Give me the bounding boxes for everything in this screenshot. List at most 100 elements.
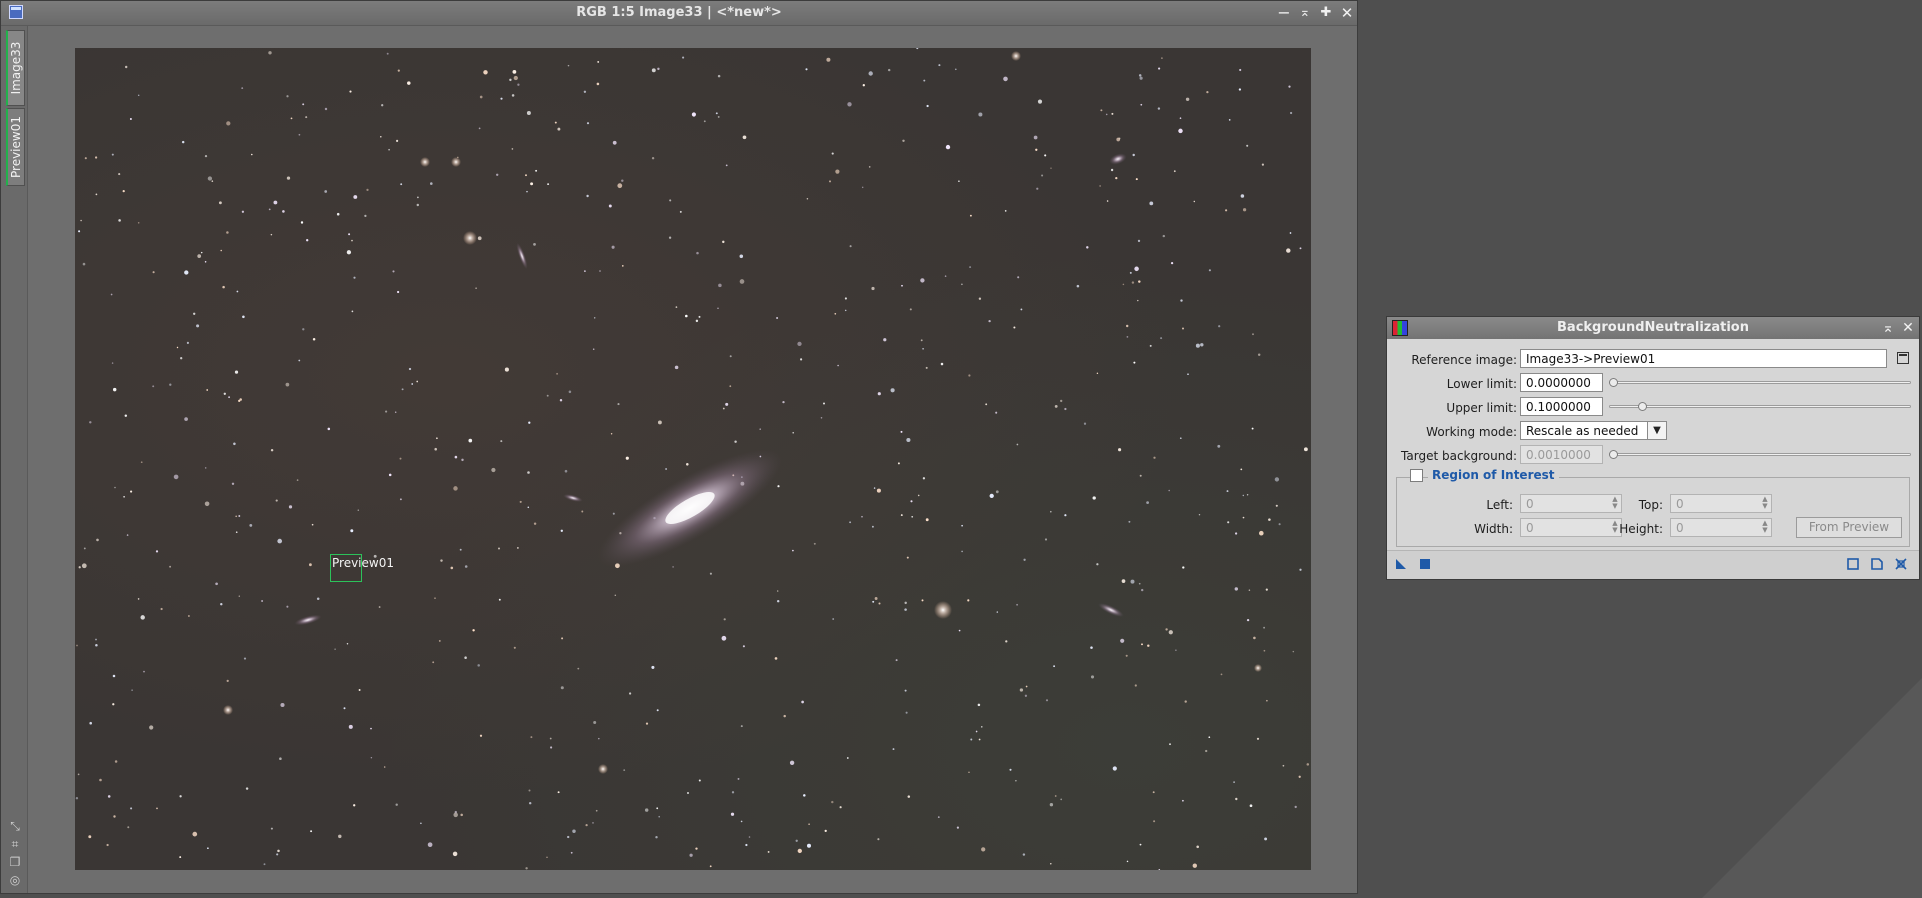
star bbox=[961, 283, 963, 286]
image-window-titlebar[interactable]: RGB 1:5 Image33 | <*new*> − ⌅ ✚ ✕ bbox=[1, 1, 1357, 26]
lower-limit-slider[interactable] bbox=[1609, 381, 1911, 384]
star bbox=[277, 849, 280, 853]
target-icon[interactable]: ◎ bbox=[8, 873, 22, 887]
close-icon[interactable]: ✕ bbox=[1337, 3, 1357, 23]
star bbox=[709, 865, 712, 868]
star bbox=[1112, 766, 1117, 771]
star bbox=[922, 477, 926, 480]
star bbox=[1182, 799, 1184, 802]
star bbox=[434, 597, 436, 599]
star bbox=[353, 804, 356, 807]
small-galaxy bbox=[1098, 603, 1124, 617]
shade-icon[interactable]: ⌅ bbox=[1295, 3, 1315, 23]
reset-icon[interactable] bbox=[1895, 558, 1907, 570]
star bbox=[118, 173, 121, 176]
star bbox=[1041, 174, 1044, 177]
star bbox=[324, 107, 328, 111]
star bbox=[238, 515, 241, 517]
fit-view-icon[interactable]: ⌗ bbox=[8, 837, 22, 851]
tab-preview01-label: Preview01 bbox=[9, 116, 23, 178]
star bbox=[388, 473, 392, 477]
star bbox=[1261, 163, 1264, 166]
close-icon[interactable]: ✕ bbox=[1899, 319, 1917, 337]
star bbox=[887, 68, 891, 72]
star bbox=[792, 432, 794, 434]
chevron-down-icon[interactable]: ▼ bbox=[1647, 422, 1666, 439]
star bbox=[1105, 113, 1108, 116]
star bbox=[937, 816, 940, 818]
lower-limit-slider-thumb[interactable] bbox=[1609, 378, 1618, 387]
star bbox=[674, 365, 679, 370]
star bbox=[353, 195, 358, 199]
roi-title: Region of Interest bbox=[1428, 468, 1559, 482]
upper-limit-field[interactable] bbox=[1520, 397, 1603, 416]
image-canvas[interactable]: Preview01 bbox=[75, 48, 1311, 870]
star bbox=[561, 637, 564, 640]
spin-arrows-icon[interactable]: ▲ ▼ bbox=[1760, 520, 1770, 535]
working-mode-label: Working mode: bbox=[1426, 425, 1517, 439]
star bbox=[839, 806, 842, 809]
arrow-diagonal-icon[interactable]: ⤡ bbox=[8, 819, 22, 833]
star bbox=[883, 338, 887, 342]
star bbox=[651, 665, 655, 669]
apply-global-icon[interactable] bbox=[1419, 558, 1431, 570]
roi-top-field[interactable]: 0 ▲ ▼ bbox=[1670, 494, 1772, 513]
star bbox=[823, 402, 825, 405]
star bbox=[288, 505, 293, 509]
upper-limit-slider-thumb[interactable] bbox=[1638, 402, 1648, 411]
working-mode-select[interactable]: Rescale as needed ▼ bbox=[1520, 421, 1667, 440]
minimize-icon[interactable]: − bbox=[1274, 3, 1294, 23]
star bbox=[644, 808, 649, 812]
reference-image-field[interactable] bbox=[1520, 349, 1887, 368]
star bbox=[1133, 361, 1136, 364]
roi-height-value: 0 bbox=[1676, 521, 1684, 535]
target-background-slider-thumb[interactable] bbox=[1609, 450, 1618, 459]
star bbox=[1044, 154, 1047, 157]
target-background-slider[interactable] bbox=[1609, 453, 1911, 456]
star bbox=[357, 509, 360, 511]
star bbox=[106, 843, 109, 847]
star bbox=[1064, 407, 1067, 411]
new-instance-icon[interactable] bbox=[1395, 558, 1407, 570]
star bbox=[215, 582, 218, 586]
star bbox=[1294, 805, 1297, 809]
lower-limit-field[interactable] bbox=[1520, 373, 1603, 392]
upper-limit-slider[interactable] bbox=[1609, 405, 1911, 408]
roi-left-value: 0 bbox=[1526, 497, 1534, 511]
star bbox=[1292, 650, 1295, 653]
select-view-icon[interactable] bbox=[1897, 352, 1909, 364]
roi-height-field[interactable]: 0 ▲ ▼ bbox=[1670, 518, 1772, 537]
star bbox=[1141, 643, 1143, 646]
star bbox=[776, 316, 779, 320]
star bbox=[1306, 763, 1310, 766]
star bbox=[1120, 638, 1125, 643]
star bbox=[806, 843, 812, 848]
star bbox=[556, 372, 559, 375]
maximize-icon[interactable]: ✚ bbox=[1316, 3, 1336, 23]
roi-checkbox[interactable] bbox=[1410, 469, 1423, 482]
browse-documentation-icon[interactable] bbox=[1847, 558, 1859, 570]
from-preview-button[interactable]: From Preview bbox=[1796, 517, 1902, 538]
clone-view-icon[interactable]: ❐ bbox=[8, 855, 22, 869]
star bbox=[831, 152, 834, 155]
star bbox=[877, 838, 880, 841]
dialog-titlebar[interactable]: BackgroundNeutralization ⌅ ✕ bbox=[1387, 317, 1919, 339]
star bbox=[1138, 74, 1142, 77]
star bbox=[1205, 749, 1208, 753]
star bbox=[530, 736, 533, 739]
spin-arrows-icon[interactable]: ▲ ▼ bbox=[1760, 496, 1770, 511]
shade-icon[interactable]: ⌅ bbox=[1879, 319, 1897, 337]
star bbox=[270, 827, 273, 830]
tab-preview01[interactable]: Preview01 bbox=[6, 108, 25, 186]
target-background-field[interactable] bbox=[1520, 445, 1603, 464]
small-galaxy bbox=[516, 242, 528, 270]
star bbox=[533, 522, 537, 525]
star bbox=[380, 135, 382, 138]
star bbox=[130, 490, 133, 493]
star bbox=[1064, 514, 1067, 517]
star bbox=[806, 197, 809, 200]
star bbox=[612, 512, 615, 515]
tab-image33[interactable]: Image33 bbox=[6, 30, 25, 106]
star bbox=[905, 711, 908, 714]
edit-instance-icon[interactable] bbox=[1871, 558, 1883, 570]
